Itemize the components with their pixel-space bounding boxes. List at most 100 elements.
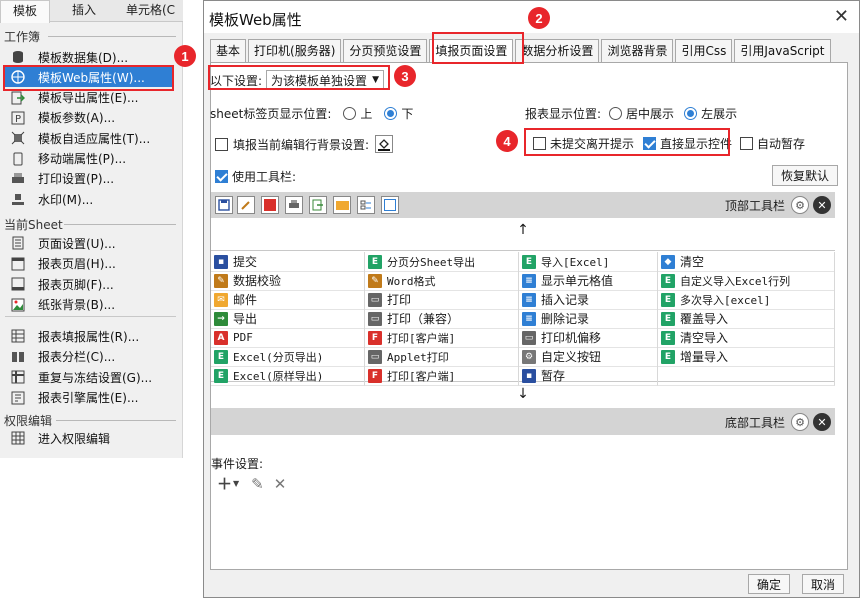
radio-center[interactable] bbox=[609, 107, 623, 120]
menu-item-freeze[interactable]: 重复与冻结设置(G)... bbox=[5, 367, 173, 387]
menu-item-page-setup[interactable]: 页面设置(U)... bbox=[5, 233, 173, 253]
toolbar-item-label: 删除记录 bbox=[541, 312, 590, 326]
toolbar-item[interactable]: ▭ Applet打印 bbox=[365, 347, 519, 367]
toolbar-item[interactable]: E 覆盖导入 bbox=[658, 309, 835, 329]
menu-item-label: 模板参数(A)... bbox=[38, 111, 116, 126]
section-workbook-label: 工作簿 bbox=[4, 30, 41, 44]
toolbar-item-icon: ▪ bbox=[522, 368, 536, 383]
checkbox-fill-bg[interactable] bbox=[215, 137, 228, 151]
tab-0[interactable]: 基本 bbox=[210, 39, 247, 63]
tab-6[interactable]: 引用Css bbox=[675, 39, 733, 63]
toolbar-item-label: 打印 bbox=[387, 293, 412, 307]
toolbar-item[interactable]: ▪ 提交 bbox=[211, 252, 365, 272]
use-toolbar-row: 使用工具栏: bbox=[215, 168, 296, 185]
menu-item-engine[interactable]: 报表引擎属性(E)... bbox=[5, 388, 173, 408]
toolbar-item[interactable]: E 多次导入[excel] bbox=[658, 290, 835, 310]
menu-item-header[interactable]: 报表页眉(H)... bbox=[5, 254, 173, 274]
toolbar-item[interactable]: ▭ 打印（兼容） bbox=[365, 309, 519, 329]
toolbar-item[interactable]: E 分页分Sheet导出 bbox=[365, 252, 519, 272]
tab-2[interactable]: 分页预览设置 bbox=[343, 39, 428, 63]
move-up-arrow-icon[interactable]: ↑ bbox=[211, 218, 835, 242]
toolbar-item-icon: ≡ bbox=[522, 292, 536, 307]
grid-icon[interactable] bbox=[357, 196, 375, 214]
tab-4[interactable]: 数据分析设置 bbox=[515, 39, 600, 63]
fill-bg-row: 填报当前编辑行背景设置: bbox=[215, 135, 394, 153]
pdf-export-icon[interactable] bbox=[261, 196, 279, 214]
save-icon[interactable] bbox=[215, 196, 233, 214]
restore-default-button[interactable]: 恢复默认 bbox=[772, 165, 838, 186]
toolbar-item[interactable]: ◆ 清空 bbox=[658, 252, 835, 272]
toolbar-item[interactable]: ⚙ 自定义按钮 bbox=[519, 347, 658, 367]
chevron-down-icon[interactable]: ▼ bbox=[233, 479, 239, 488]
menu-item-printer[interactable]: 打印设置(P)... bbox=[5, 169, 173, 189]
menu-item-label: 进入权限编辑 bbox=[38, 431, 111, 446]
left-tab-bar: 模板 插入 单元格(C bbox=[0, 0, 183, 23]
toolbar-item[interactable]: E 自定义导入Excel行列 bbox=[658, 271, 835, 291]
ok-button[interactable]: 确定 bbox=[748, 574, 790, 594]
tab-1[interactable]: 打印机(服务器) bbox=[248, 39, 342, 63]
menu-item-permission[interactable]: 进入权限编辑 bbox=[5, 428, 173, 448]
menu-item-background-image[interactable]: 纸张背景(B)... bbox=[5, 295, 173, 315]
tab-7[interactable]: 引用JavaScript bbox=[734, 39, 831, 63]
tab-template[interactable]: 模板 bbox=[0, 0, 50, 23]
export-icon[interactable] bbox=[309, 196, 327, 214]
menu-item-label: 模板数据集(D)... bbox=[38, 50, 129, 65]
mail-icon[interactable] bbox=[333, 196, 351, 214]
close-icon[interactable]: ✕ bbox=[834, 6, 849, 27]
add-icon[interactable]: ＋ bbox=[217, 473, 232, 494]
menu-item-label: 水印(M)... bbox=[38, 192, 94, 207]
toolbar-item[interactable]: ▭ 打印 bbox=[365, 290, 519, 310]
paint-bucket-icon[interactable] bbox=[375, 135, 394, 153]
close-circle-icon[interactable]: ✕ bbox=[813, 413, 831, 431]
window-icon[interactable] bbox=[381, 196, 399, 214]
menu-item-parameter[interactable]: P 模板参数(A)... bbox=[5, 108, 173, 128]
toolbar-item[interactable]: ✉ 邮件 bbox=[211, 290, 365, 310]
toolbar-item[interactable]: → 导出 bbox=[211, 309, 365, 329]
pencil-icon[interactable] bbox=[237, 196, 255, 214]
bottom-toolbar-label: 底部工具栏 bbox=[724, 416, 785, 430]
menu-item-fill-property[interactable]: 报表填报属性(R)... bbox=[5, 326, 173, 346]
menu-item-watermark[interactable]: 水印(M)... bbox=[5, 189, 173, 209]
toolbar-item[interactable]: F 打印[客户端] bbox=[365, 328, 519, 348]
svg-text:P: P bbox=[15, 114, 21, 125]
toolbar-item[interactable]: ▭ 打印机偏移 bbox=[519, 328, 658, 348]
toolbar-item[interactable]: ≡ 显示单元格值 bbox=[519, 271, 658, 291]
menu-item-label: 报表填报属性(R)... bbox=[38, 329, 140, 344]
toolbar-item[interactable]: E 清空导入 bbox=[658, 328, 835, 348]
cancel-button[interactable]: 取消 bbox=[802, 574, 844, 594]
toolbar-item[interactable]: ≡ 删除记录 bbox=[519, 309, 658, 329]
use-toolbar-label: 使用工具栏: bbox=[232, 170, 297, 184]
toolbar-item[interactable]: E 导入[Excel] bbox=[519, 252, 658, 272]
toolbar-item[interactable]: ✎ 数据校验 bbox=[211, 271, 365, 291]
menu-item-database[interactable]: 模板数据集(D)... bbox=[5, 47, 173, 67]
close-circle-icon[interactable]: ✕ bbox=[813, 196, 831, 214]
printer-icon bbox=[10, 171, 26, 187]
tab-5[interactable]: 浏览器背景 bbox=[601, 39, 674, 63]
toolbar-item-label: 显示单元格值 bbox=[541, 274, 614, 288]
highlight-fill-tab bbox=[432, 32, 524, 64]
radio-sheet-bottom[interactable] bbox=[384, 107, 398, 120]
menu-item-mobile[interactable]: 移动端属性(P)... bbox=[5, 149, 173, 169]
menu-item-footer[interactable]: 报表页脚(F)... bbox=[5, 274, 173, 294]
toolbar-item[interactable]: E 增量导入 bbox=[658, 347, 835, 367]
toolbar-item-label: 多次导入[excel] bbox=[680, 293, 771, 307]
checkbox-use-toolbar[interactable] bbox=[215, 170, 228, 183]
tab-cell[interactable]: 单元格(C bbox=[118, 0, 183, 22]
move-down-arrow-icon[interactable]: ↓ bbox=[211, 383, 835, 407]
toolbar-item[interactable]: ≡ 插入记录 bbox=[519, 290, 658, 310]
delete-icon[interactable]: ✕ bbox=[274, 475, 287, 493]
menu-item-columns[interactable]: 报表分栏(C)... bbox=[5, 347, 173, 367]
gear-icon[interactable]: ⚙ bbox=[791, 413, 809, 431]
toolbar-item[interactable]: A PDF bbox=[211, 328, 365, 348]
radio-left[interactable] bbox=[684, 107, 698, 120]
toolbar-item[interactable]: ✎ Word格式 bbox=[365, 271, 519, 291]
gear-icon[interactable]: ⚙ bbox=[791, 196, 809, 214]
menu-item-adaptive[interactable]: 模板自适应属性(T)... bbox=[5, 128, 173, 148]
toolbar-item[interactable]: E Excel(分页导出) bbox=[211, 347, 365, 367]
tab-insert[interactable]: 插入 bbox=[55, 0, 113, 22]
edit-icon[interactable]: ✎ bbox=[251, 475, 264, 493]
printer-icon[interactable] bbox=[285, 196, 303, 214]
toolbar-item-icon: ▭ bbox=[368, 311, 382, 326]
checkbox-auto-save[interactable] bbox=[740, 137, 753, 150]
radio-sheet-top[interactable] bbox=[343, 107, 357, 120]
